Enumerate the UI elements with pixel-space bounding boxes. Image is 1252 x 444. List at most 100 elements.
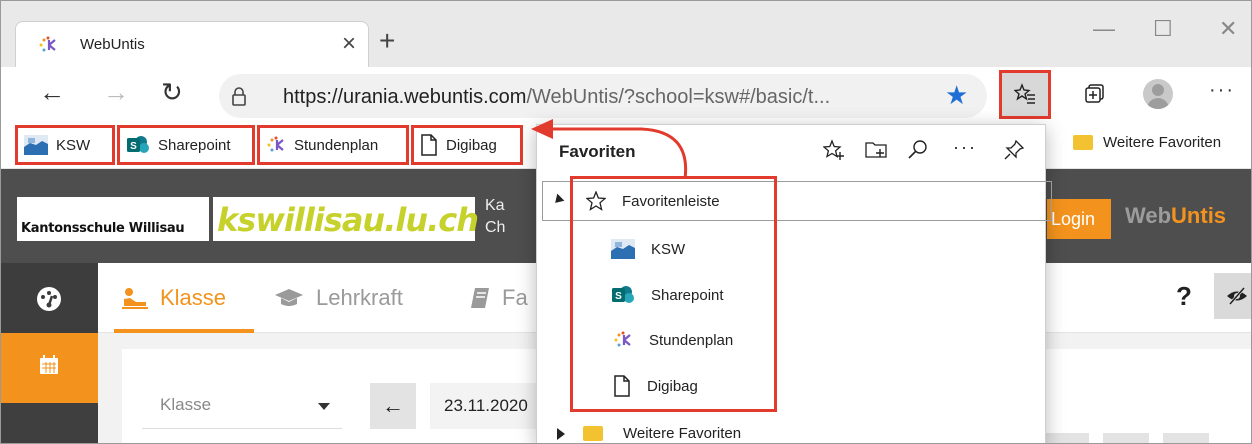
favorites-more-button[interactable]: ··· [953, 137, 977, 158]
tree-label: Digibag [647, 377, 698, 395]
favorites-button[interactable] [999, 70, 1051, 119]
sidebar-item-dashboard[interactable] [1, 263, 98, 333]
bookmark-star-icon[interactable]: ★ [945, 80, 968, 111]
page-icon [421, 134, 437, 156]
previous-week-button[interactable]: ← [370, 383, 416, 429]
webuntis-icon [267, 136, 284, 152]
page-icon [614, 375, 630, 397]
school-url-text: kswillisau.lu.ch [217, 201, 479, 239]
tab-label: Fa [502, 285, 528, 310]
close-tab-icon[interactable]: × [342, 30, 356, 58]
tab-label: Klasse [160, 285, 227, 310]
app-sidebar [1, 263, 98, 443]
tree-folder-favoritenleiste[interactable]: Favoritenleiste [586, 191, 720, 211]
folder-icon [583, 426, 603, 441]
toolbar-button-3[interactable] [1163, 433, 1209, 443]
login-button[interactable]: Login [1047, 199, 1111, 239]
svg-text:S: S [130, 141, 137, 152]
eye-slash-icon [1227, 287, 1247, 305]
search-icon[interactable] [907, 139, 929, 161]
url-path: /WebUntis/?school=ksw#/basic/t... [526, 86, 831, 108]
tab-strip: WebUntis × + — ☐ ✕ [1, 1, 1251, 67]
school-logo-text: Kantonsschule Willisau [21, 221, 185, 236]
tree-label: Sharepoint [651, 286, 724, 304]
add-favorite-icon[interactable] [823, 139, 845, 161]
brand-untis: Untis [1171, 203, 1227, 228]
back-button[interactable]: ← [39, 77, 65, 107]
maximize-button[interactable]: ☐ [1153, 17, 1173, 41]
date-value: 23.11.2020 [444, 396, 528, 415]
browser-tab[interactable]: WebUntis × [15, 21, 369, 67]
favorites-panel-title: Favoriten [559, 142, 636, 161]
toolbar-button-1[interactable] [1043, 433, 1089, 443]
collections-icon[interactable] [1085, 81, 1107, 103]
ksw-icon [611, 239, 635, 259]
sidebar-item-timetable[interactable] [1, 333, 98, 403]
favorite-sharepoint[interactable]: S Sharepoint [117, 125, 255, 165]
svg-text:S: S [615, 291, 622, 302]
profile-avatar[interactable] [1143, 79, 1173, 109]
new-tab-button[interactable]: + [379, 27, 395, 55]
calendar-icon [40, 355, 58, 374]
school-name: Ka Ch [485, 195, 505, 239]
refresh-button[interactable]: ↻ [161, 77, 183, 107]
tab-title: WebUntis [80, 36, 145, 53]
tree-label: Favoritenleiste [622, 192, 720, 210]
favorite-label: Digibag [446, 136, 497, 154]
class-select[interactable]: Klasse [142, 383, 342, 429]
webuntis-brand: WebUntis [1125, 203, 1226, 229]
favorite-label: Sharepoint [158, 136, 231, 154]
other-favorites-label: Weitere Favoriten [1103, 134, 1222, 151]
tree-label: KSW [651, 240, 686, 258]
favorite-label: KSW [56, 136, 91, 154]
other-favorites-button[interactable]: Weitere Favoriten [1073, 134, 1221, 151]
add-folder-icon[interactable] [865, 139, 889, 161]
star-icon [586, 191, 606, 211]
collapsed-arrow-icon [557, 427, 565, 440]
toolbar-button-2[interactable] [1103, 433, 1149, 443]
tab-lehrkraft[interactable]: Lehrkraft [274, 285, 403, 311]
pin-icon[interactable] [1003, 139, 1025, 161]
tree-item-stundenplan[interactable]: Stundenplan [613, 331, 733, 349]
webuntis-icon [614, 331, 631, 347]
favorite-stundenplan[interactable]: Stundenplan [257, 125, 409, 165]
tab-label: Lehrkraft [316, 285, 403, 310]
favorite-ksw[interactable]: KSW [15, 125, 115, 165]
expanded-arrow-icon [551, 193, 565, 207]
url-host: https://urania.webuntis.com [283, 86, 527, 108]
tree-folder-weitere-favoriten[interactable]: Weitere Favoriten [557, 425, 741, 442]
help-button[interactable]: ? [1176, 281, 1192, 312]
tree-item-sharepoint[interactable]: S Sharepoint [611, 285, 724, 305]
sharepoint-icon: S [127, 136, 149, 153]
sidebar-item-more[interactable] [1, 403, 98, 443]
browser-window: WebUntis × + — ☐ ✕ ← → ↻ https://urania.… [0, 0, 1252, 444]
ksw-icon [24, 135, 48, 155]
forward-button[interactable]: → [103, 77, 129, 107]
class-select-label: Klasse [160, 395, 212, 414]
tree-label: Stundenplan [649, 331, 734, 349]
favorite-digibag[interactable]: Digibag [411, 125, 523, 165]
favorites-list-icon [1014, 83, 1035, 104]
visibility-toggle-button[interactable] [1214, 273, 1251, 319]
brand-web: Web [1125, 203, 1172, 228]
tree-label: Weitere Favoriten [623, 425, 742, 442]
close-window-button[interactable]: ✕ [1219, 17, 1237, 41]
favorite-label: Stundenplan [294, 136, 379, 154]
tree-item-digibag[interactable]: Digibag [613, 375, 698, 397]
sharepoint-icon: S [612, 286, 634, 303]
minimize-button[interactable]: — [1093, 17, 1115, 41]
address-bar[interactable]: https://urania.webuntis.com/WebUntis/?sc… [219, 74, 987, 118]
school-name-line1: Ka [485, 197, 505, 214]
tab-klasse[interactable]: Klasse [122, 285, 226, 311]
webuntis-icon [39, 36, 56, 52]
graduation-cap-icon [275, 289, 303, 306]
more-menu-button[interactable]: ··· [1209, 79, 1235, 102]
date-field[interactable]: 23.11.2020 [430, 383, 550, 429]
tab-fach[interactable]: Fa [470, 285, 528, 311]
tree-item-ksw[interactable]: KSW [611, 239, 685, 259]
browser-toolbar: ← → ↻ https://urania.webuntis.com/WebUnt… [1, 67, 1251, 122]
book-icon [471, 288, 489, 308]
chevron-down-icon [318, 403, 330, 410]
lock-icon [232, 87, 246, 106]
school-name-line2: Ch [485, 219, 506, 236]
